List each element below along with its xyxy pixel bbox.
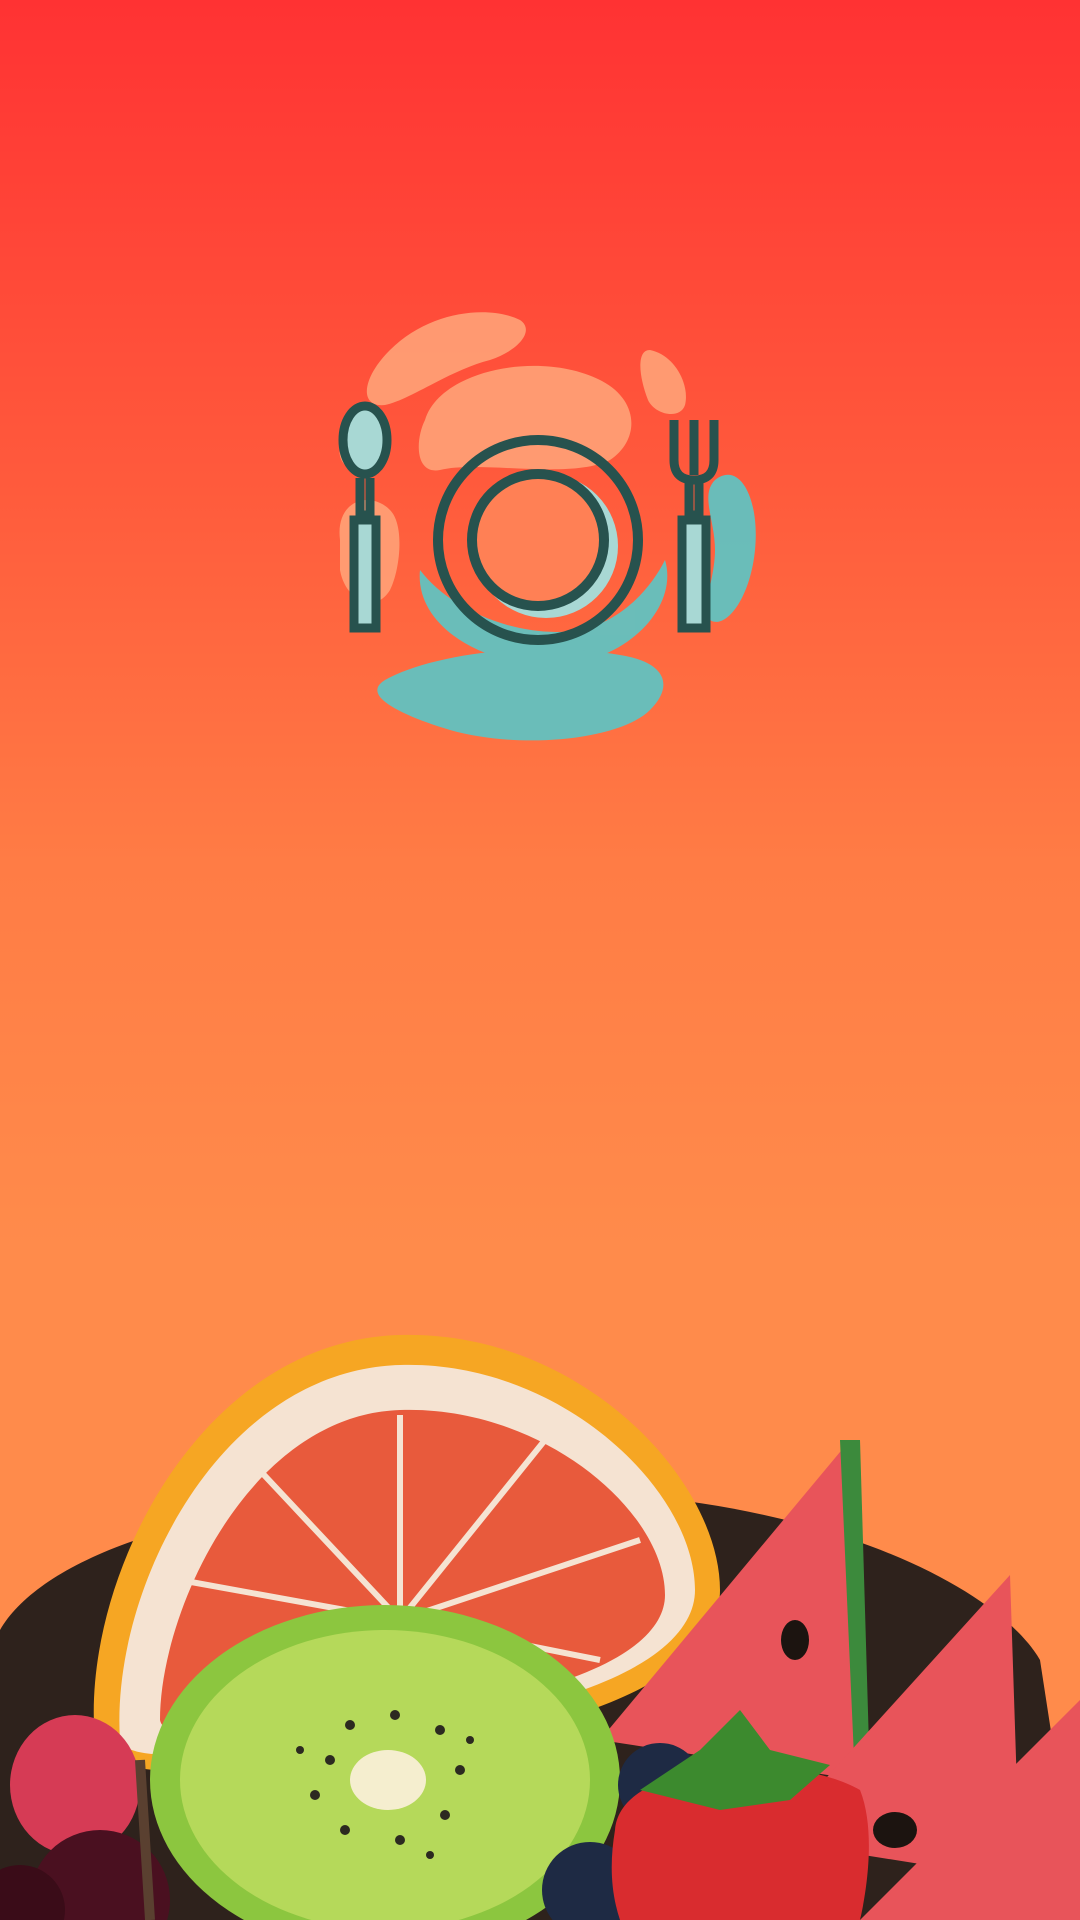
fruit-bowl-image — [0, 1320, 1080, 1920]
app-logo — [320, 310, 760, 750]
plate-icon — [433, 435, 643, 645]
spoon-icon — [338, 401, 392, 633]
plate-fork-spoon-icon — [338, 312, 756, 741]
splash-screen — [0, 0, 1080, 1920]
fruit-bowl-illustration — [0, 1334, 1080, 1920]
fork-icon — [669, 420, 719, 633]
